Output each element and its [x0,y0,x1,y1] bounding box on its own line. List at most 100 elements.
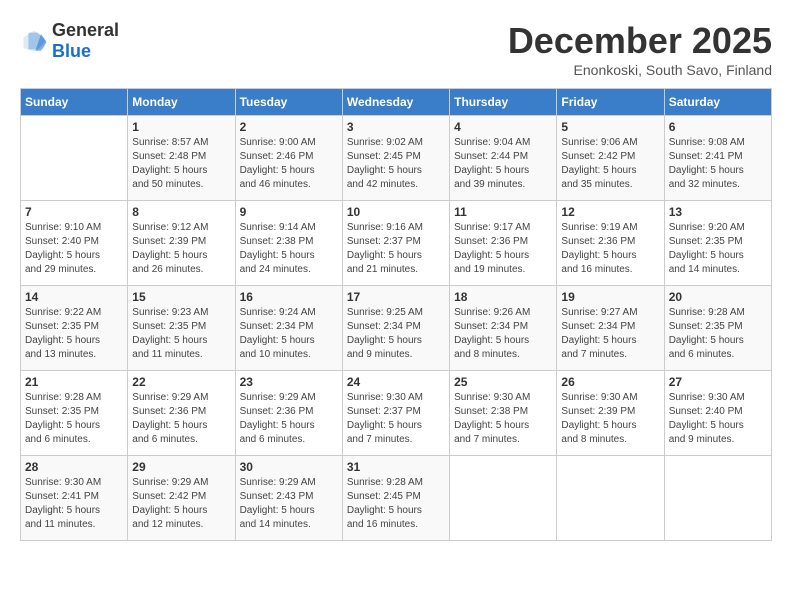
calendar-cell: 17Sunrise: 9:25 AMSunset: 2:34 PMDayligh… [342,286,449,371]
calendar-cell: 16 Sunrise: 9:24 AMSunset: 2:34 PMDayligh… [235,286,342,371]
day-info: Sunrise: 9:10 AMSunset: 2:40 PMDaylight:… [25,221,123,277]
calendar-cell: 20 Sunrise: 9:28 AMSunset: 2:35 PMDayligh… [664,286,771,371]
calendar-cell [450,456,557,541]
day-header-saturday: Saturday [664,89,771,116]
day-info: Sunrise: 9:29 AMSunset: 2:36 PMDaylight:… [240,391,338,447]
day-number: 28 [25,460,123,474]
day-info: Sunrise: 9:22 AMSunset: 2:35 PMDaylight:… [25,306,123,362]
calendar-cell: 14 Sunrise: 9:22 AMSunset: 2:35 PMDayligh… [21,286,128,371]
day-number: 20 [669,290,767,304]
calendar-table: SundayMondayTuesdayWednesdayThursdayFrid… [20,88,772,541]
day-info: Sunrise: 9:12 AMSunset: 2:39 PMDaylight:… [132,221,230,277]
calendar-cell: 5Sunrise: 9:06 AMSunset: 2:42 PMDaylight… [557,116,664,201]
day-info: Sunrise: 9:17 AMSunset: 2:36 PMDaylight:… [454,221,552,277]
calendar-cell: 29 Sunrise: 9:29 AMSunset: 2:42 PMDayligh… [128,456,235,541]
day-number: 24 [347,375,445,389]
calendar-cell [21,116,128,201]
day-number: 23 [240,375,338,389]
day-number: 4 [454,120,552,134]
day-info: Sunrise: 9:29 AMSunset: 2:36 PMDaylight:… [132,391,230,447]
calendar-cell: 2Sunrise: 9:00 AMSunset: 2:46 PMDaylight… [235,116,342,201]
day-info: Sunrise: 9:30 AMSunset: 2:37 PMDaylight:… [347,391,445,447]
logo-blue: Blue [52,41,91,61]
day-header-sunday: Sunday [21,89,128,116]
calendar-cell: 31 Sunrise: 9:28 AMSunset: 2:45 PMDayligh… [342,456,449,541]
day-number: 29 [132,460,230,474]
day-number: 14 [25,290,123,304]
day-info: Sunrise: 9:20 AMSunset: 2:35 PMDaylight:… [669,221,767,277]
day-number: 18 [454,290,552,304]
logo: General Blue [20,20,119,62]
day-info: Sunrise: 9:02 AMSunset: 2:45 PMDaylight:… [347,136,445,192]
calendar-cell: 21Sunrise: 9:28 AMSunset: 2:35 PMDayligh… [21,371,128,456]
day-header-wednesday: Wednesday [342,89,449,116]
calendar-cell: 3 Sunrise: 9:02 AMSunset: 2:45 PMDaylight… [342,116,449,201]
calendar-cell: 11 Sunrise: 9:17 AMSunset: 2:36 PMDayligh… [450,201,557,286]
day-info: Sunrise: 9:08 AMSunset: 2:41 PMDaylight:… [669,136,767,192]
month-title: December 2025 [508,20,772,62]
day-number: 25 [454,375,552,389]
day-number: 13 [669,205,767,219]
day-info: Sunrise: 9:29 AMSunset: 2:42 PMDaylight:… [132,476,230,532]
day-info: Sunrise: 9:00 AMSunset: 2:46 PMDaylight:… [240,136,338,192]
day-number: 11 [454,205,552,219]
day-number: 15 [132,290,230,304]
day-info: Sunrise: 9:28 AMSunset: 2:35 PMDaylight:… [25,391,123,447]
day-info: Sunrise: 9:28 AMSunset: 2:35 PMDaylight:… [669,306,767,362]
logo-text: General Blue [52,20,119,62]
day-info: Sunrise: 9:14 AMSunset: 2:38 PMDaylight:… [240,221,338,277]
calendar-cell [664,456,771,541]
week-row-5: 28 Sunrise: 9:30 AMSunset: 2:41 PMDayligh… [21,456,772,541]
day-info: Sunrise: 9:23 AMSunset: 2:35 PMDaylight:… [132,306,230,362]
day-header-friday: Friday [557,89,664,116]
day-number: 26 [561,375,659,389]
day-info: Sunrise: 9:26 AMSunset: 2:34 PMDaylight:… [454,306,552,362]
day-number: 8 [132,205,230,219]
day-info: Sunrise: 9:24 AMSunset: 2:34 PMDaylight:… [240,306,338,362]
calendar-cell: 22Sunrise: 9:29 AMSunset: 2:36 PMDayligh… [128,371,235,456]
calendar-cell: 12Sunrise: 9:19 AMSunset: 2:36 PMDayligh… [557,201,664,286]
day-number: 30 [240,460,338,474]
calendar-cell: 8 Sunrise: 9:12 AMSunset: 2:39 PMDaylight… [128,201,235,286]
day-number: 6 [669,120,767,134]
day-number: 1 [132,120,230,134]
day-number: 31 [347,460,445,474]
calendar-cell: 6 Sunrise: 9:08 AMSunset: 2:41 PMDaylight… [664,116,771,201]
day-number: 19 [561,290,659,304]
day-info: Sunrise: 9:30 AMSunset: 2:38 PMDaylight:… [454,391,552,447]
day-info: Sunrise: 9:30 AMSunset: 2:41 PMDaylight:… [25,476,123,532]
day-header-tuesday: Tuesday [235,89,342,116]
day-info: Sunrise: 9:29 AMSunset: 2:43 PMDaylight:… [240,476,338,532]
week-row-4: 21Sunrise: 9:28 AMSunset: 2:35 PMDayligh… [21,371,772,456]
day-number: 10 [347,205,445,219]
day-number: 27 [669,375,767,389]
title-area: December 2025 Enonkoski, South Savo, Fin… [508,20,772,78]
day-info: Sunrise: 8:57 AMSunset: 2:48 PMDaylight:… [132,136,230,192]
day-number: 17 [347,290,445,304]
day-info: Sunrise: 9:27 AMSunset: 2:34 PMDaylight:… [561,306,659,362]
day-info: Sunrise: 9:04 AMSunset: 2:44 PMDaylight:… [454,136,552,192]
calendar-cell: 9 Sunrise: 9:14 AMSunset: 2:38 PMDaylight… [235,201,342,286]
week-row-3: 14 Sunrise: 9:22 AMSunset: 2:35 PMDayligh… [21,286,772,371]
days-header-row: SundayMondayTuesdayWednesdayThursdayFrid… [21,89,772,116]
calendar-cell: 15 Sunrise: 9:23 AMSunset: 2:35 PMDayligh… [128,286,235,371]
day-number: 9 [240,205,338,219]
day-info: Sunrise: 9:30 AMSunset: 2:40 PMDaylight:… [669,391,767,447]
calendar-cell: 10 Sunrise: 9:16 AMSunset: 2:37 PMDayligh… [342,201,449,286]
calendar-cell: 30 Sunrise: 9:29 AMSunset: 2:43 PMDayligh… [235,456,342,541]
calendar-cell: 24 Sunrise: 9:30 AMSunset: 2:37 PMDayligh… [342,371,449,456]
calendar-cell: 25 Sunrise: 9:30 AMSunset: 2:38 PMDayligh… [450,371,557,456]
day-number: 16 [240,290,338,304]
day-number: 3 [347,120,445,134]
calendar-cell: 1 Sunrise: 8:57 AMSunset: 2:48 PMDaylight… [128,116,235,201]
day-info: Sunrise: 9:28 AMSunset: 2:45 PMDaylight:… [347,476,445,532]
logo-general: General [52,20,119,40]
calendar-cell: 23 Sunrise: 9:29 AMSunset: 2:36 PMDayligh… [235,371,342,456]
week-row-1: 1 Sunrise: 8:57 AMSunset: 2:48 PMDaylight… [21,116,772,201]
day-header-thursday: Thursday [450,89,557,116]
calendar-cell: 13 Sunrise: 9:20 AMSunset: 2:35 PMDayligh… [664,201,771,286]
day-info: Sunrise: 9:06 AMSunset: 2:42 PMDaylight:… [561,136,659,192]
header: General Blue December 2025 Enonkoski, So… [20,20,772,78]
day-info: Sunrise: 9:16 AMSunset: 2:37 PMDaylight:… [347,221,445,277]
calendar-cell: 28 Sunrise: 9:30 AMSunset: 2:41 PMDayligh… [21,456,128,541]
